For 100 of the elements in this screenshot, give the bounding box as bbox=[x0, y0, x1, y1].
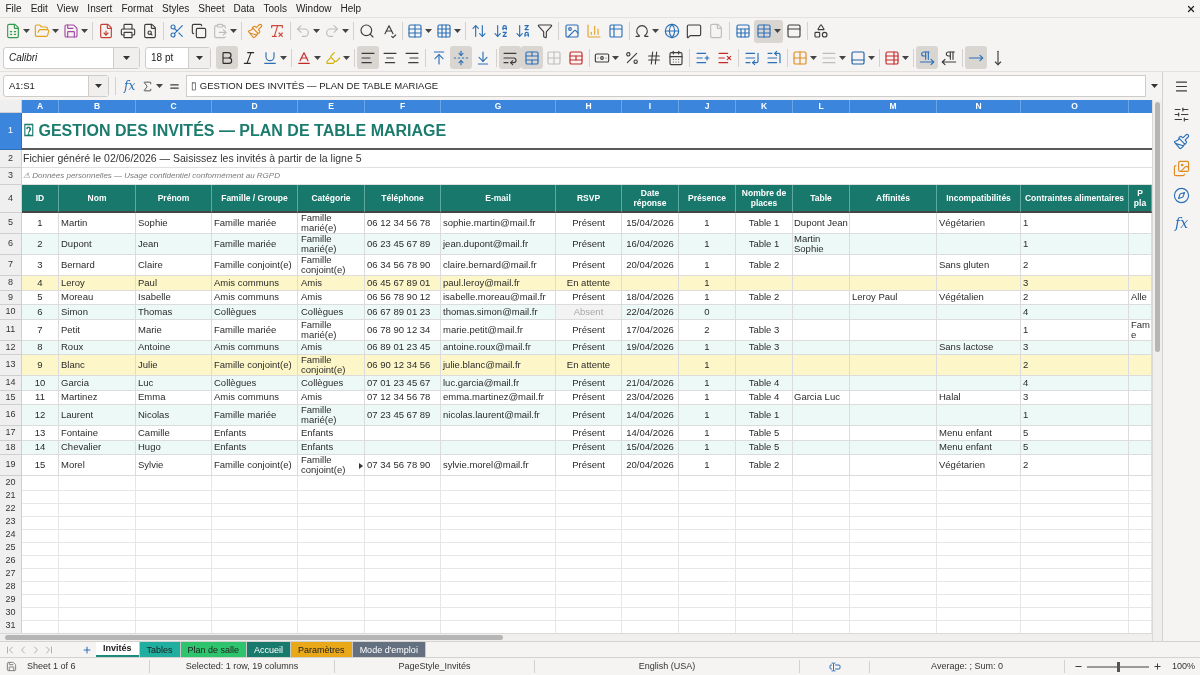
column-header[interactable]: M bbox=[850, 100, 937, 113]
function-wizard-button[interactable]: fx bbox=[122, 79, 138, 93]
align-middle-button[interactable] bbox=[450, 46, 472, 69]
table-cell: Collègues bbox=[298, 305, 365, 320]
menu-item[interactable]: Tools bbox=[259, 1, 292, 16]
sheet-tab[interactable]: Accueil bbox=[247, 642, 292, 657]
row-header[interactable]: 14 bbox=[0, 376, 22, 391]
menu-item[interactable]: View bbox=[52, 1, 83, 16]
table-icon bbox=[608, 23, 624, 39]
left-to-right-button[interactable] bbox=[916, 46, 938, 69]
slider-thumb[interactable] bbox=[1116, 661, 1120, 672]
column-header[interactable]: J bbox=[679, 100, 736, 113]
menu-item[interactable]: Help bbox=[336, 1, 366, 16]
column-header[interactable]: I bbox=[622, 100, 679, 113]
menu-item[interactable]: Insert bbox=[82, 1, 117, 16]
paintbrush-icon[interactable] bbox=[1173, 133, 1190, 150]
sheet-tab[interactable]: Plan de salle bbox=[180, 642, 248, 657]
table-cell: 1 bbox=[1021, 319, 1129, 341]
font-name-box[interactable]: Calibri bbox=[3, 46, 140, 69]
menu-item[interactable]: Sheet bbox=[193, 1, 229, 16]
column-header[interactable]: A bbox=[22, 100, 59, 113]
menu-item[interactable]: Window bbox=[291, 1, 336, 16]
menu-item[interactable]: Format bbox=[116, 1, 158, 16]
close-icon[interactable] bbox=[1186, 3, 1196, 14]
column-header[interactable]: F bbox=[365, 100, 441, 113]
column-header[interactable]: N bbox=[937, 100, 1021, 113]
align-left-button[interactable] bbox=[357, 46, 379, 69]
row-header[interactable]: 11 bbox=[0, 319, 22, 341]
selection-status: Selected: 1 row, 19 columns bbox=[185, 659, 299, 673]
row-header[interactable]: 3 bbox=[0, 168, 22, 185]
menu-item[interactable]: Styles bbox=[157, 1, 194, 16]
empty-cell bbox=[298, 567, 365, 582]
bold-button[interactable] bbox=[216, 46, 238, 69]
row-header[interactable]: 17 bbox=[0, 426, 22, 441]
row-header[interactable]: 24 bbox=[0, 528, 22, 543]
column-header[interactable]: C bbox=[136, 100, 212, 113]
menu-icon[interactable] bbox=[1174, 78, 1189, 94]
row-header[interactable]: 6 bbox=[0, 234, 22, 255]
empty-cell bbox=[793, 515, 850, 530]
images-icon[interactable] bbox=[1173, 160, 1190, 177]
column-header[interactable]: E bbox=[298, 100, 365, 113]
sheet-tab[interactable]: Mode d'emploi bbox=[352, 642, 426, 657]
text-cursor-icon[interactable] bbox=[827, 660, 842, 673]
compass-icon[interactable] bbox=[1173, 187, 1190, 204]
sheet-tab[interactable]: Invités bbox=[96, 642, 140, 657]
image-icon bbox=[564, 23, 580, 39]
table-cell: Enfants bbox=[298, 426, 365, 441]
row-header[interactable]: 25 bbox=[0, 541, 22, 556]
caret-icon bbox=[81, 29, 88, 33]
table-cell: Sylvie bbox=[136, 455, 212, 476]
empty-cell bbox=[556, 541, 622, 556]
vertical-scrollbar[interactable] bbox=[1152, 100, 1162, 641]
column-header[interactable]: H bbox=[556, 100, 622, 113]
empty-cell bbox=[679, 502, 736, 517]
name-box[interactable]: A1:S1 bbox=[3, 75, 109, 97]
menu-item[interactable]: Data bbox=[228, 1, 260, 16]
column-header[interactable]: B bbox=[59, 100, 136, 113]
row-header[interactable]: 13 bbox=[0, 355, 22, 376]
row-header[interactable]: 31 bbox=[0, 619, 22, 633]
table-cell: 3 bbox=[1021, 276, 1129, 291]
row-header[interactable]: 16 bbox=[0, 405, 22, 426]
sheet-tab[interactable]: Tables bbox=[139, 642, 181, 657]
column-header[interactable]: G bbox=[441, 100, 556, 113]
row-header[interactable]: 23 bbox=[0, 515, 22, 530]
menu-item[interactable]: File bbox=[1, 1, 27, 16]
empty-cell bbox=[679, 606, 736, 621]
column-header[interactable]: O bbox=[1021, 100, 1129, 113]
sliders-icon[interactable] bbox=[1173, 106, 1190, 123]
table-cell: Table 2 bbox=[736, 455, 793, 476]
sheet-tab[interactable]: Paramètres bbox=[291, 642, 353, 657]
row-header[interactable]: 30 bbox=[0, 606, 22, 621]
row-header[interactable]: 21 bbox=[0, 489, 22, 504]
scrollbar-thumb[interactable] bbox=[1155, 102, 1160, 352]
column-header[interactable]: L bbox=[793, 100, 850, 113]
row-header[interactable]: 7 bbox=[0, 255, 22, 276]
formula-input[interactable]: ▯ GESTION DES INVITÉS — PLAN DE TABLE MARIAGE bbox=[186, 75, 1146, 97]
menu-item[interactable]: Edit bbox=[26, 1, 53, 16]
row-header[interactable]: 28 bbox=[0, 580, 22, 595]
row-header[interactable]: 29 bbox=[0, 593, 22, 608]
row-header[interactable]: 19 bbox=[0, 455, 22, 476]
functions-button[interactable]: fx bbox=[1174, 214, 1189, 232]
row-header[interactable]: 8 bbox=[0, 276, 22, 291]
scrollbar-thumb[interactable] bbox=[5, 635, 503, 640]
table-cell-text: Famille conjoint(e) bbox=[301, 455, 347, 475]
row-header[interactable]: 2 bbox=[0, 150, 22, 168]
row-header[interactable]: 22 bbox=[0, 502, 22, 517]
row-header[interactable]: 20 bbox=[0, 476, 22, 491]
wrap-text-button[interactable] bbox=[499, 46, 521, 69]
plus-icon[interactable] bbox=[1152, 662, 1162, 671]
row-header[interactable]: 1 bbox=[0, 113, 22, 150]
font-size-box[interactable]: 18 pt bbox=[145, 46, 211, 69]
column-header[interactable]: K bbox=[736, 100, 793, 113]
row-header[interactable]: 27 bbox=[0, 567, 22, 582]
row-header[interactable]: 26 bbox=[0, 554, 22, 569]
row-header[interactable]: 10 bbox=[0, 305, 22, 320]
table-cell: Famille mariée bbox=[212, 319, 298, 341]
row-header[interactable]: 4 bbox=[0, 185, 22, 213]
row-header[interactable]: 5 bbox=[0, 213, 22, 234]
column-header[interactable]: D bbox=[212, 100, 298, 113]
freeze-button[interactable] bbox=[754, 19, 783, 43]
